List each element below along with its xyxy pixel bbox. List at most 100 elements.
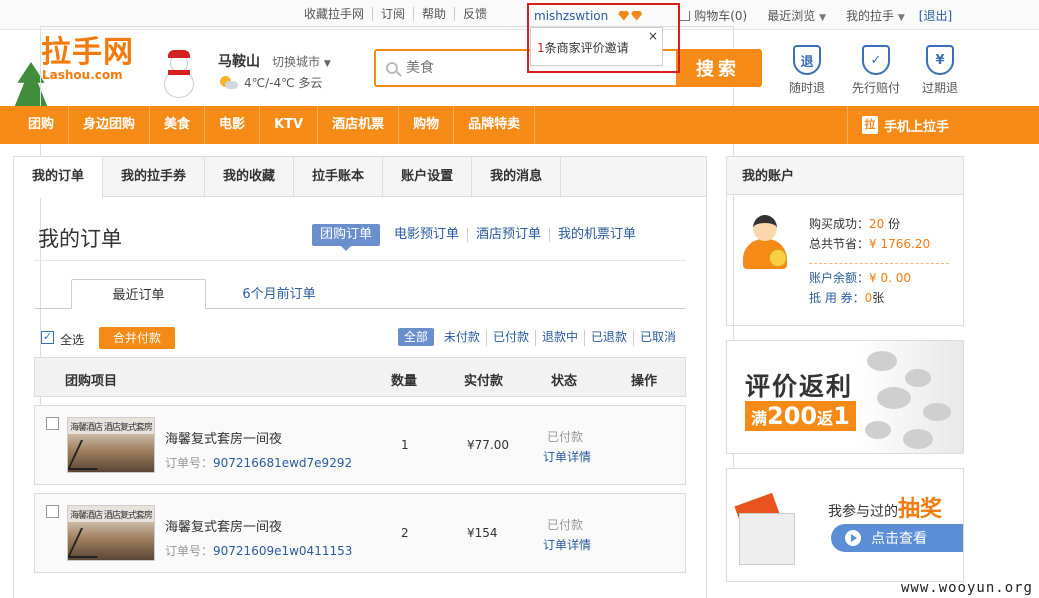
yen-shield-icon: ¥ <box>926 45 954 75</box>
search-button[interactable]: 搜索 <box>676 51 760 85</box>
total-savings: 总共节省：¥ 1766.20 <box>809 234 949 254</box>
speech-bubble-icon <box>865 421 891 439</box>
nav-item-food[interactable]: 美食 <box>150 106 206 144</box>
my-lashou-menu[interactable]: 我的拉手 ▼ <box>846 7 905 24</box>
order-number-value[interactable]: 907216681ewd7e9292 <box>213 456 352 470</box>
filter-cancelled[interactable]: 已取消 <box>634 330 682 346</box>
logo-domain: Lashou.com <box>42 68 123 82</box>
order-detail-link[interactable]: 订单详情 <box>543 536 591 553</box>
guarantee-refund-anytime[interactable]: 退 随时退 <box>787 45 827 96</box>
speech-bubble-icon <box>905 369 931 387</box>
chevron-down-icon: ▼ <box>323 58 331 69</box>
col-status: 状态 <box>551 374 578 389</box>
switch-city-button[interactable]: 切换城市 ▼ <box>272 53 331 70</box>
chevron-down-icon: ▼ <box>897 13 905 23</box>
nav-item-movie[interactable]: 电影 <box>205 106 261 144</box>
tab-favorites[interactable]: 我的收藏 <box>205 157 295 196</box>
savings-value: ¥ 1766.20 <box>869 237 931 251</box>
chevron-down-icon: ▼ <box>819 13 826 23</box>
deal-thumbnail[interactable]: 海馨酒店 酒店复式套房 <box>67 417 155 473</box>
bookmark-link[interactable]: 收藏拉手网 <box>296 7 374 21</box>
recent-browse-label: 最近浏览 <box>767 9 816 23</box>
deal-thumbnail[interactable]: 海馨酒店 酒店复式套房 <box>67 505 155 561</box>
my-lashou-label: 我的拉手 <box>846 9 895 23</box>
speech-bubble-icon <box>903 429 933 449</box>
tab-hotel-orders[interactable]: 酒店预订单 <box>468 228 551 242</box>
review-rebate-banner[interactable]: 评价返利 满200返1 <box>726 340 964 454</box>
nav-item-groupbuy[interactable]: 团购 <box>0 106 70 144</box>
guarantee-label: 过期退 <box>921 81 958 95</box>
order-status: 已付款 <box>547 430 584 444</box>
tab-movie-orders[interactable]: 电影预订单 <box>386 228 469 242</box>
page-title: 我的订单 <box>38 227 122 251</box>
offer-rebate: 1 <box>833 402 850 430</box>
nav-item-nearby[interactable]: 身边团购 <box>69 106 151 144</box>
merge-pay-button[interactable]: 合并付款 <box>99 327 175 349</box>
subscribe-link[interactable]: 订阅 <box>373 7 415 21</box>
tab-ledger[interactable]: 拉手账本 <box>294 157 384 196</box>
snowman-icon <box>162 50 196 100</box>
logout-link[interactable]: [退出] <box>919 7 952 24</box>
tab-older-orders[interactable]: 6个月前订单 <box>234 279 324 309</box>
speech-bubble-icon <box>877 387 911 409</box>
help-link[interactable]: 帮助 <box>414 7 456 21</box>
order-detail-link[interactable]: 订单详情 <box>543 448 591 465</box>
balance-link[interactable]: 账户余额： <box>809 271 869 285</box>
top-links: 收藏拉手网 订阅 帮助 反馈 <box>296 7 495 21</box>
mobile-app-link[interactable]: 拉 手机上拉手 <box>847 106 963 144</box>
lottery-label: 我参与过的 <box>828 504 898 520</box>
nav-item-brand-sale[interactable]: 品牌特卖 <box>454 106 536 144</box>
refund-shield-icon: 退 <box>793 45 821 75</box>
lottery-banner[interactable]: 我参与过的抽奖 点击查看 <box>726 468 964 582</box>
offer-mid: 返 <box>817 409 834 428</box>
order-number-value[interactable]: 90721609e1w0411153 <box>213 544 352 558</box>
savings-label: 总共节省： <box>809 237 870 251</box>
partly-cloudy-icon <box>220 75 238 90</box>
tab-recent-orders[interactable]: 最近订单 <box>71 279 206 309</box>
site-logo[interactable]: 拉手网 Lashou.com <box>12 22 734 468</box>
coin-icon <box>769 249 787 267</box>
cart-label: 购物车(0) <box>694 9 748 23</box>
voucher-link[interactable]: 抵 用 券： <box>809 291 865 305</box>
tab-my-orders[interactable]: 我的订单 <box>14 157 104 198</box>
notification-text: 条商家评价邀请 <box>544 41 629 55</box>
view-lottery-label: 点击查看 <box>871 531 927 547</box>
order-price: ¥154 <box>467 526 498 540</box>
tab-messages[interactable]: 我的消息 <box>472 157 562 196</box>
view-lottery-button[interactable]: 点击查看 <box>831 524 963 552</box>
check-shield-icon: ✓ <box>862 45 890 75</box>
filter-refunded[interactable]: 已退款 <box>585 330 634 346</box>
nav-item-shopping[interactable]: 购物 <box>399 106 455 144</box>
row-checkbox[interactable] <box>46 417 59 430</box>
select-all-checkbox[interactable] <box>41 330 54 344</box>
speech-bubble-icon <box>867 351 897 371</box>
tab-account-settings[interactable]: 账户设置 <box>383 157 473 196</box>
feedback-link[interactable]: 反馈 <box>455 7 495 21</box>
close-icon[interactable]: × <box>648 29 658 43</box>
offer-amount: 200 <box>767 402 818 430</box>
filter-paid[interactable]: 已付款 <box>487 330 536 346</box>
nav-item-ktv[interactable]: KTV <box>260 106 319 144</box>
notification-popup[interactable]: 1条商家评价邀请 × <box>530 27 663 66</box>
filter-unpaid[interactable]: 未付款 <box>438 330 487 346</box>
row-checkbox[interactable] <box>46 505 59 518</box>
tab-flight-orders[interactable]: 我的机票订单 <box>550 228 644 242</box>
guarantee-prepay[interactable]: ✓ 先行赔付 <box>850 45 902 96</box>
filter-all[interactable]: 全部 <box>397 328 434 346</box>
filter-refunding[interactable]: 退款中 <box>536 330 585 346</box>
lottery-text: 我参与过的抽奖 <box>828 491 942 523</box>
deal-title[interactable]: 海馨复式套房一间夜 <box>165 428 282 447</box>
tab-groupbuy-orders[interactable]: 团购订单 <box>312 224 381 251</box>
thumbnail-caption: 海馨酒店 酒店复式套房 <box>70 511 153 521</box>
col-paid: 实付款 <box>464 374 504 389</box>
purchase-value: 20 <box>869 217 885 231</box>
nav-item-hotel[interactable]: 酒店机票 <box>318 106 400 144</box>
col-qty: 数量 <box>391 374 418 389</box>
order-toolbar: 全选 合并付款 全部 未付款 已付款 退款中 已退款 已取消 <box>34 325 686 351</box>
cart-link[interactable]: 购物车(0) <box>678 7 747 24</box>
deal-title[interactable]: 海馨复式套房一间夜 <box>165 516 282 535</box>
recent-browse-menu[interactable]: 最近浏览 ▼ <box>767 7 826 24</box>
order-number-label: 订单号： <box>165 456 214 470</box>
guarantee-expired-refund[interactable]: ¥ 过期退 <box>920 45 960 96</box>
tab-my-vouchers[interactable]: 我的拉手券 <box>103 157 206 196</box>
